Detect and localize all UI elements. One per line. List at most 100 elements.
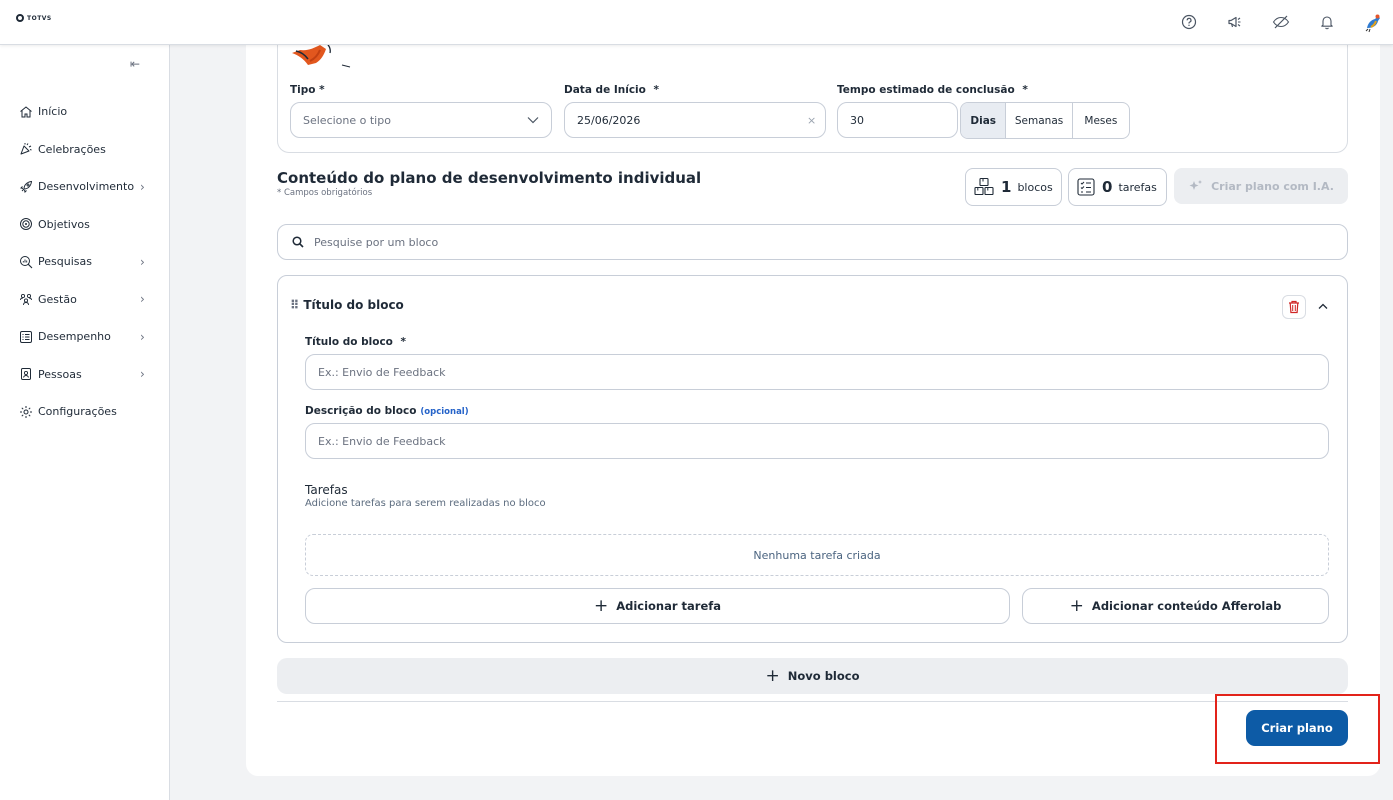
- sidebar-item-celebracoes[interactable]: Celebrações: [0, 131, 170, 169]
- logo-ring-icon: [16, 14, 24, 22]
- blocks-count: 1: [1001, 178, 1012, 196]
- sidebar-item-label: Configurações: [38, 405, 117, 419]
- tempo-value: 30: [850, 113, 864, 127]
- unit-dias-button[interactable]: Dias: [961, 103, 1007, 138]
- tasks-title: Tarefas: [305, 483, 348, 497]
- data-inicio-field[interactable]: 25/06/2026 ×: [564, 102, 826, 138]
- collapse-sidebar-icon[interactable]: ⇤: [130, 57, 140, 71]
- chevron-up-icon: [1318, 303, 1328, 309]
- block-title-label: Título do bloco *: [305, 336, 407, 348]
- badge-icon: [21, 368, 31, 381]
- search-icon: [292, 236, 304, 248]
- sidebar-item-label: Início: [38, 105, 68, 119]
- unit-segmented-control: Dias Semanas Meses: [960, 102, 1130, 139]
- sidebar-item-configuracoes[interactable]: Configurações: [0, 393, 170, 431]
- tipo-label: Tipo *: [290, 84, 325, 96]
- search-chart-icon: [20, 255, 33, 269]
- content-section-title: Conteúdo do plano de desenvolvimento ind…: [277, 169, 702, 187]
- sidebar-item-label: Desenvolvimento: [38, 180, 135, 194]
- list-icon: [20, 330, 32, 343]
- top-bar: TOTVS: [0, 0, 1393, 45]
- gear-icon: [20, 405, 32, 418]
- chevron-right-icon: ›: [140, 329, 145, 344]
- sparkles-icon: [1189, 180, 1203, 190]
- block-desc-label: Descrição do bloco (opcional): [305, 405, 469, 417]
- drag-handle-icon[interactable]: ⠿: [290, 298, 299, 312]
- logo-text: TOTVS: [27, 14, 52, 22]
- home-icon: [20, 106, 32, 118]
- blocks-unit: blocos: [1017, 180, 1053, 194]
- tasks-counter: 0 tarefas: [1068, 168, 1167, 206]
- empty-tasks-text: Nenhuma tarefa criada: [753, 548, 881, 562]
- tempo-label: Tempo estimado de conclusão *: [837, 84, 1028, 96]
- boxes-icon: [974, 177, 994, 196]
- sidebar-item-pessoas[interactable]: Pessoas ›: [0, 356, 170, 394]
- add-task-label: Adicionar tarefa: [616, 599, 722, 613]
- avatar[interactable]: [1361, 10, 1385, 34]
- add-afferolab-button[interactable]: + Adicionar conteúdo Afferolab: [1022, 588, 1329, 624]
- sidebar-item-label: Celebrações: [38, 142, 106, 156]
- data-inicio-label: Data de Início *: [564, 84, 660, 96]
- rocket-icon: [20, 180, 33, 193]
- new-block-button[interactable]: + Novo bloco: [277, 658, 1348, 694]
- megaphone-icon[interactable]: [1223, 10, 1247, 34]
- highlight-box: [1215, 694, 1380, 764]
- tasks-unit: tarefas: [1118, 180, 1157, 194]
- block-desc-input[interactable]: Ex.: Envio de Feedback: [305, 423, 1329, 459]
- sidebar-item-label: Pesquisas: [38, 255, 92, 269]
- chevron-down-icon: [527, 117, 539, 124]
- required-fields-note: * Campos obrigatórios: [277, 188, 373, 198]
- new-block-label: Novo bloco: [787, 669, 860, 683]
- sidebar-item-objetivos[interactable]: Objetivos: [0, 206, 170, 244]
- block-title-placeholder: Ex.: Envio de Feedback: [318, 365, 446, 379]
- totvs-logo[interactable]: TOTVS: [16, 14, 52, 22]
- block-header-title: Título do bloco: [303, 298, 404, 312]
- top-icons: [1177, 10, 1385, 34]
- eye-off-icon[interactable]: [1269, 10, 1293, 34]
- collapse-block-button[interactable]: [1318, 299, 1328, 313]
- sidebar-item-label: Pessoas: [38, 367, 82, 381]
- sidebar-item-inicio[interactable]: Início: [0, 93, 170, 131]
- people-icon: [20, 294, 32, 306]
- delete-block-button[interactable]: [1282, 295, 1306, 319]
- sidebar-item-desenvolvimento[interactable]: Desenvolvimento ›: [0, 168, 170, 206]
- task-list-icon: [1077, 178, 1095, 196]
- tempo-input[interactable]: 30: [837, 102, 958, 138]
- clear-date-icon[interactable]: ×: [807, 114, 816, 127]
- sidebar: ⇤ Início Celebrações Desenvolvimento › O…: [0, 45, 170, 800]
- tipo-select[interactable]: Selecione o tipo: [290, 102, 552, 138]
- sidebar-item-gestao[interactable]: Gestão ›: [0, 281, 170, 319]
- chevron-right-icon: ›: [140, 254, 145, 269]
- create-plan-ai-button[interactable]: Criar plano com I.A.: [1174, 168, 1348, 204]
- chevron-right-icon: ›: [140, 292, 145, 307]
- party-icon: [20, 143, 32, 155]
- block-desc-placeholder: Ex.: Envio de Feedback: [318, 434, 446, 448]
- empty-tasks-box: Nenhuma tarefa criada: [305, 534, 1329, 576]
- sidebar-item-pesquisas[interactable]: Pesquisas ›: [0, 243, 170, 281]
- blocks-counter: 1 blocos: [965, 168, 1062, 206]
- unit-meses-button[interactable]: Meses: [1073, 103, 1129, 138]
- target-icon: [20, 218, 32, 231]
- sidebar-item-label: Objetivos: [38, 217, 90, 231]
- plus-icon: +: [1069, 595, 1084, 616]
- help-icon[interactable]: [1177, 10, 1201, 34]
- add-afferolab-label: Adicionar conteúdo Afferolab: [1091, 599, 1282, 613]
- block-search-input[interactable]: Pesquise por um bloco: [277, 224, 1348, 260]
- chevron-right-icon: ›: [140, 179, 145, 194]
- bell-icon[interactable]: [1315, 10, 1339, 34]
- create-plan-ai-label: Criar plano com I.A.: [1211, 179, 1334, 193]
- sidebar-item-desempenho[interactable]: Desempenho ›: [0, 318, 170, 356]
- footer-divider: [277, 701, 1348, 702]
- sidebar-nav: Início Celebrações Desenvolvimento › Obj…: [0, 93, 170, 431]
- sidebar-item-label: Desempenho: [38, 330, 111, 344]
- chevron-right-icon: ›: [140, 367, 145, 382]
- plus-icon: +: [765, 665, 780, 686]
- tasks-subtitle: Adicione tarefas para serem realizadas n…: [305, 498, 546, 509]
- unit-semanas-button[interactable]: Semanas: [1006, 103, 1073, 138]
- block-title-input[interactable]: Ex.: Envio de Feedback: [305, 354, 1329, 390]
- add-task-button[interactable]: + Adicionar tarefa: [305, 588, 1010, 624]
- sidebar-item-label: Gestão: [38, 292, 77, 306]
- tasks-count: 0: [1102, 178, 1113, 196]
- block-header: ⠿ Título do bloco: [290, 298, 404, 312]
- plus-icon: +: [593, 595, 609, 616]
